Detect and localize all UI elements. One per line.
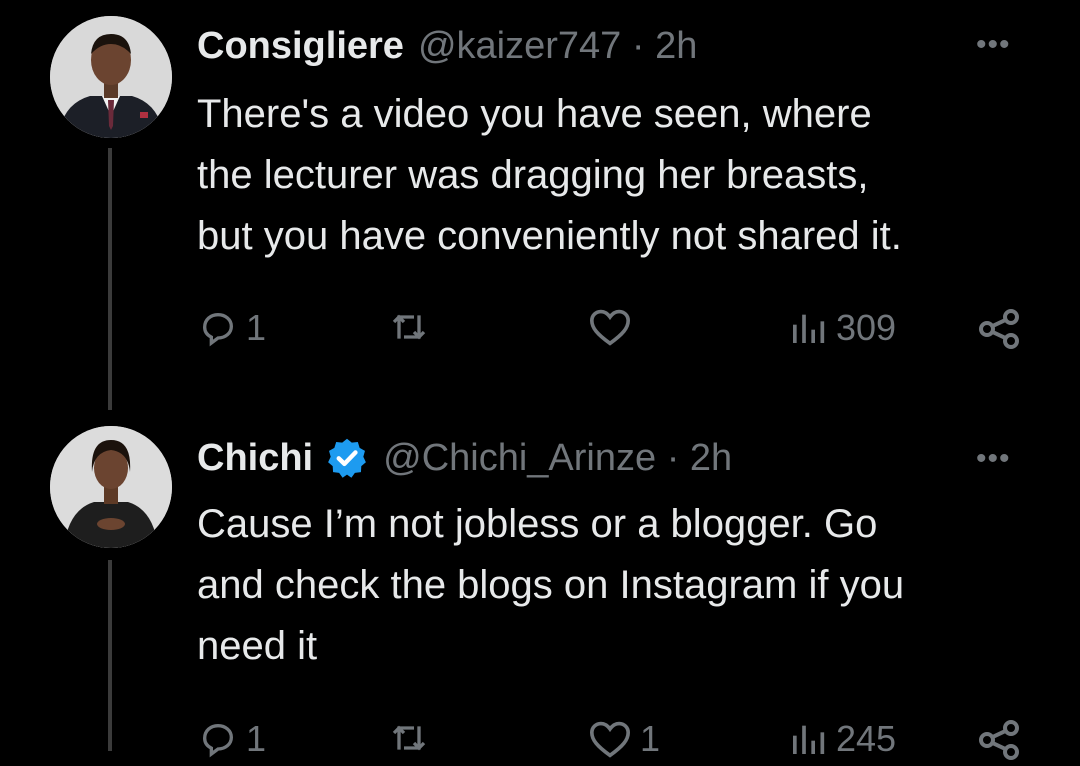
reply-icon	[202, 723, 234, 758]
reply-button[interactable]: 1	[198, 718, 266, 760]
share-icon	[979, 309, 1019, 349]
views-icon	[793, 725, 825, 754]
more-options-icon[interactable]: •••	[976, 28, 1011, 62]
retweet-button[interactable]	[388, 718, 430, 758]
tweet-actions: 1 309	[0, 305, 1080, 355]
views-button[interactable]: 309	[788, 307, 896, 349]
tweet-actions: 1 1 245	[0, 716, 1080, 766]
thread-line	[108, 148, 112, 410]
views-count: 245	[836, 718, 897, 759]
share-icon	[979, 720, 1019, 760]
reply-count: 1	[246, 718, 267, 759]
tweet-text-line: the lecturer was dragging her breasts,	[197, 153, 869, 197]
avatar-chichi[interactable]	[50, 426, 172, 548]
tweet-2[interactable]: Chichi @Chichi_Arinze · 2h ••• Cause I’m…	[0, 420, 1080, 760]
views-button[interactable]: 245	[788, 718, 896, 760]
tweet-header: Consigliere @kaizer747 · 2h	[197, 22, 697, 70]
tweet-text: Cause I’m not jobless or a blogger. Go a…	[197, 494, 1037, 677]
share-button[interactable]	[975, 718, 1023, 762]
tweet-text-line: but you have conveniently not shared it.	[197, 214, 902, 258]
tweet-1[interactable]: Consigliere @kaizer747 · 2h ••• There's …	[0, 0, 1080, 420]
tweet-header: Chichi @Chichi_Arinze · 2h	[197, 434, 732, 482]
avatar-consigliere[interactable]	[50, 16, 172, 138]
display-name[interactable]: Consigliere	[197, 25, 404, 68]
share-button[interactable]	[975, 307, 1023, 351]
reply-count: 1	[246, 307, 267, 348]
display-name[interactable]: Chichi	[197, 437, 313, 480]
like-button[interactable]	[588, 307, 632, 347]
avatar-image	[50, 426, 172, 548]
views-count: 309	[836, 307, 897, 348]
tweet-text-line: need it	[197, 624, 318, 668]
more-options-icon[interactable]: •••	[976, 442, 1011, 476]
reply-icon	[202, 312, 234, 347]
verified-badge-icon	[325, 436, 369, 480]
retweet-button[interactable]	[388, 307, 430, 347]
avatar-image	[50, 16, 172, 138]
handle-and-time[interactable]: @kaizer747 · 2h	[418, 25, 697, 68]
reply-button[interactable]: 1	[198, 307, 266, 349]
retweet-icon	[392, 725, 426, 751]
tweet-text: There's a video you have seen, where the…	[197, 84, 1037, 267]
heart-icon	[589, 721, 631, 758]
tweet-text-line: There's a video you have seen, where	[197, 92, 872, 136]
views-icon	[793, 314, 825, 343]
like-count: 1	[640, 718, 661, 759]
tweet-text-line: and check the blogs on Instagram if you	[197, 563, 905, 607]
heart-icon	[589, 309, 631, 346]
retweet-icon	[392, 314, 426, 340]
like-button[interactable]: 1	[588, 718, 660, 760]
tweet-text-line: Cause I’m not jobless or a blogger. Go	[197, 502, 878, 546]
handle-and-time[interactable]: @Chichi_Arinze · 2h	[383, 437, 732, 480]
